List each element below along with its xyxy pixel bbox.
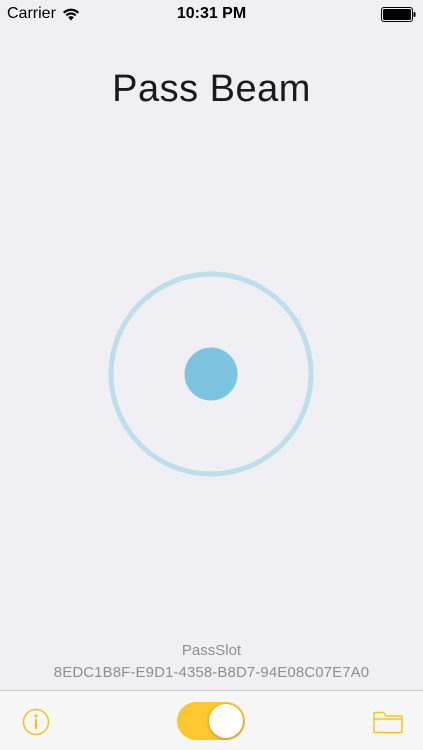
page-title: Pass Beam (112, 68, 311, 110)
folder-icon (373, 711, 403, 734)
status-time: 10:31 PM (176, 5, 247, 22)
bottom-toolbar (0, 690, 423, 750)
status-bar: Carrier 10:31 PM (0, 0, 423, 28)
pass-name: PassSlot (181, 642, 242, 659)
info-circle-icon (22, 708, 50, 736)
beacon-dot (184, 347, 238, 401)
pass-info: PassSlot 8EDC1B8F-E9D1-4358-B8D7-94E08C0… (0, 642, 423, 682)
pass-uuid: 8EDC1B8F-E9D1-4358-B8D7-94E08C07E7A0 (53, 664, 370, 681)
beacon-indicator (108, 271, 314, 477)
toggle-knob (209, 704, 243, 738)
beam-toggle[interactable] (177, 702, 245, 740)
battery-full-icon (381, 7, 416, 22)
info-button[interactable] (22, 708, 50, 736)
folder-button[interactable] (373, 710, 403, 734)
